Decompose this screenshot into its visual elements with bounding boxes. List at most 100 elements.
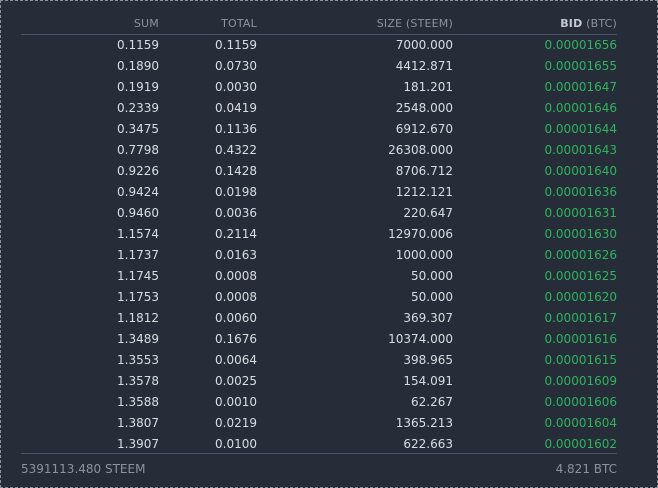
bid-price-cell: 0.00001636 (544, 185, 617, 199)
bid-price-cell: 0.00001655 (544, 59, 617, 73)
bid-price-cell: 0.00001602 (544, 437, 617, 451)
table-row[interactable]: 0.1919 0.0030 181.201 0.00001647 (21, 77, 617, 98)
size-cell: 7000.000 (395, 38, 453, 52)
table-row[interactable]: 1.1753 0.0008 50.000 0.00001620 (21, 287, 617, 308)
size-cell: 220.647 (403, 206, 453, 220)
table-row[interactable]: 1.1574 0.2114 12970.006 0.00001630 (21, 224, 617, 245)
sum-cell: 0.9226 (117, 164, 159, 178)
table-row[interactable]: 1.3588 0.0010 62.267 0.00001606 (21, 392, 617, 413)
total-cell: 0.0219 (215, 416, 257, 430)
size-cell: 1000.000 (395, 248, 453, 262)
size-cell: 4412.871 (395, 59, 453, 73)
size-cell: 62.267 (411, 395, 453, 409)
sum-cell: 1.3578 (117, 374, 159, 388)
sum-cell: 0.1890 (117, 59, 159, 73)
header-bid-label: BID (560, 17, 583, 30)
table-row[interactable]: 0.9460 0.0036 220.647 0.00001631 (21, 203, 617, 224)
table-row[interactable]: 1.3553 0.0064 398.965 0.00001615 (21, 350, 617, 371)
size-cell: 12970.006 (388, 227, 453, 241)
size-cell: 622.663 (403, 437, 453, 451)
size-cell: 181.201 (403, 80, 453, 94)
bid-price-cell: 0.00001646 (544, 101, 617, 115)
sum-cell: 0.3475 (117, 122, 159, 136)
table-row[interactable]: 0.7798 0.4322 26308.000 0.00001643 (21, 140, 617, 161)
table-row[interactable]: 0.1159 0.1159 7000.000 0.00001656 (21, 35, 617, 56)
table-row[interactable]: 0.3475 0.1136 6912.670 0.00001644 (21, 119, 617, 140)
sum-cell: 1.1745 (117, 269, 159, 283)
total-cell: 0.0163 (215, 248, 257, 262)
header-total[interactable]: TOTAL (221, 14, 257, 34)
table-row[interactable]: 0.1890 0.0730 4412.871 0.00001655 (21, 56, 617, 77)
header-size[interactable]: SIZE (STEEM) (377, 14, 453, 34)
sum-cell: 1.1812 (117, 311, 159, 325)
total-cell: 0.1159 (215, 38, 257, 52)
total-cell: 0.0419 (215, 101, 257, 115)
size-cell: 6912.670 (395, 122, 453, 136)
size-cell: 50.000 (411, 269, 453, 283)
total-cell: 0.0060 (215, 311, 257, 325)
bid-price-cell: 0.00001626 (544, 248, 617, 262)
total-cell: 0.4322 (215, 143, 257, 157)
table-row[interactable]: 0.2339 0.0419 2548.000 0.00001646 (21, 98, 617, 119)
table-row[interactable]: 1.1812 0.0060 369.307 0.00001617 (21, 308, 617, 329)
total-cell: 0.0008 (215, 269, 257, 283)
total-cell: 0.0025 (215, 374, 257, 388)
total-cell: 0.0030 (215, 80, 257, 94)
sum-cell: 0.1159 (117, 38, 159, 52)
bid-price-cell: 0.00001617 (544, 311, 617, 325)
total-cell: 0.0100 (215, 437, 257, 451)
sum-cell: 1.3807 (117, 416, 159, 430)
table-row[interactable]: 1.3807 0.0219 1365.213 0.00001604 (21, 413, 617, 434)
total-cell: 0.0008 (215, 290, 257, 304)
sum-cell: 0.2339 (117, 101, 159, 115)
bid-price-cell: 0.00001631 (544, 206, 617, 220)
sum-cell: 1.1574 (117, 227, 159, 241)
size-cell: 398.965 (403, 353, 453, 367)
bid-price-cell: 0.00001606 (544, 395, 617, 409)
bid-price-cell: 0.00001604 (544, 416, 617, 430)
table-header: SUM TOTAL SIZE (STEEM) BID (BTC) (21, 14, 617, 35)
sum-cell: 0.9424 (117, 185, 159, 199)
table-row[interactable]: 1.3907 0.0100 622.663 0.00001602 (21, 434, 617, 455)
size-cell: 26308.000 (388, 143, 453, 157)
table-row[interactable]: 1.1737 0.0163 1000.000 0.00001626 (21, 245, 617, 266)
sum-cell: 1.3907 (117, 437, 159, 451)
bid-price-cell: 0.00001616 (544, 332, 617, 346)
sum-cell: 0.7798 (117, 143, 159, 157)
table-row[interactable]: 0.9226 0.1428 8706.712 0.00001640 (21, 161, 617, 182)
bid-price-cell: 0.00001643 (544, 143, 617, 157)
table-row[interactable]: 1.1745 0.0008 50.000 0.00001625 (21, 266, 617, 287)
footer-total-steem: 5391113.480 STEEM (21, 462, 146, 476)
table-row[interactable]: 0.9424 0.0198 1212.121 0.00001636 (21, 182, 617, 203)
total-cell: 0.0010 (215, 395, 257, 409)
table-row[interactable]: 1.3578 0.0025 154.091 0.00001609 (21, 371, 617, 392)
sum-cell: 1.1737 (117, 248, 159, 262)
sum-cell: 1.3588 (117, 395, 159, 409)
total-cell: 0.1136 (215, 122, 257, 136)
total-cell: 0.0730 (215, 59, 257, 73)
sum-cell: 0.9460 (117, 206, 159, 220)
bid-price-cell: 0.00001647 (544, 80, 617, 94)
total-cell: 0.0036 (215, 206, 257, 220)
size-cell: 8706.712 (395, 164, 453, 178)
bid-price-cell: 0.00001615 (544, 353, 617, 367)
bid-price-cell: 0.00001625 (544, 269, 617, 283)
size-cell: 1365.213 (395, 416, 453, 430)
header-sum[interactable]: SUM (134, 14, 159, 34)
table-row[interactable]: 1.3489 0.1676 10374.000 0.00001616 (21, 329, 617, 350)
order-book-panel: SUM TOTAL SIZE (STEEM) BID (BTC) 0.1159 0… (0, 0, 658, 488)
size-cell: 2548.000 (395, 101, 453, 115)
total-cell: 0.0198 (215, 185, 257, 199)
size-cell: 154.091 (403, 374, 453, 388)
bid-order-table: SUM TOTAL SIZE (STEEM) BID (BTC) 0.1159 0… (21, 14, 617, 455)
bid-price-cell: 0.00001620 (544, 290, 617, 304)
order-rows: 0.1159 0.1159 7000.000 0.00001656 0.1890 0.07… (21, 35, 617, 455)
bid-price-cell: 0.00001609 (544, 374, 617, 388)
bid-price-cell: 0.00001630 (544, 227, 617, 241)
bid-price-cell: 0.00001644 (544, 122, 617, 136)
header-bid[interactable]: BID (BTC) (560, 14, 617, 34)
footer-total-btc: 4.821 BTC (555, 462, 617, 476)
size-cell: 369.307 (403, 311, 453, 325)
header-bid-unit: (BTC) (582, 17, 617, 30)
sum-cell: 1.1753 (117, 290, 159, 304)
